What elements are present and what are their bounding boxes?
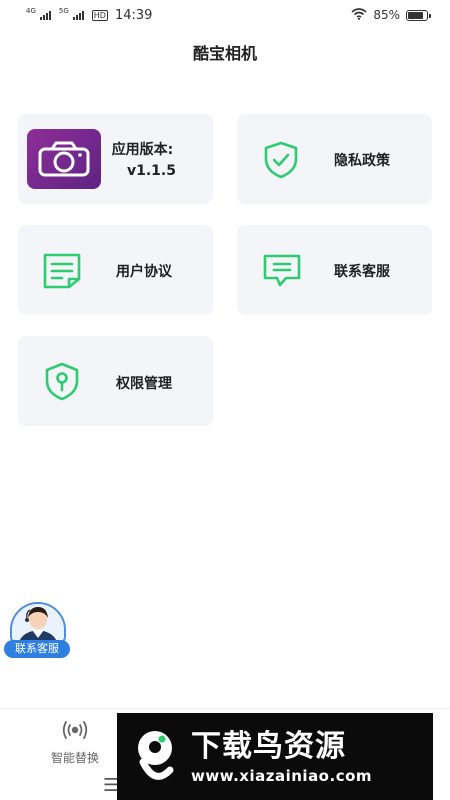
- watermark-title: 下载鸟资源: [191, 728, 346, 764]
- watermark-text: 下载鸟资源 www.xiazainiao.com: [191, 729, 372, 785]
- privacy-policy-label: 隐私政策: [334, 153, 390, 169]
- signal-icon: [39, 10, 51, 20]
- nav-tab-label: 智能替换: [50, 751, 99, 765]
- hd-badge: HD: [91, 9, 108, 21]
- permissions-label: 权限管理: [116, 376, 172, 392]
- page-title: 酷宝相机: [192, 44, 257, 63]
- permissions-card[interactable]: 权限管理: [18, 336, 213, 426]
- shield-lock-icon: [44, 362, 80, 402]
- clock: 14:39: [114, 7, 153, 23]
- user-agreement-card[interactable]: 用户协议: [18, 225, 213, 315]
- contact-support-card[interactable]: 联系客服: [237, 225, 432, 315]
- signal-icon-2: [72, 10, 84, 20]
- network-type-2: 5G: [58, 6, 69, 15]
- version-label: 应用版本:: [111, 142, 174, 158]
- status-right: 85%: [351, 7, 431, 23]
- nav-tab-smart-replace[interactable]: 智能替换: [30, 719, 120, 766]
- version-value: v1.1.5: [127, 163, 176, 179]
- status-bar: 4G 5G HD 14:39 85%: [0, 0, 450, 30]
- network-type-1: 4G: [26, 6, 36, 15]
- bird-logo-icon: [127, 724, 183, 790]
- support-float-label: 联系客服: [4, 640, 70, 658]
- privacy-policy-card[interactable]: 隐私政策: [237, 114, 432, 204]
- contact-support-label: 联系客服: [334, 264, 390, 280]
- battery-icon: [406, 9, 431, 21]
- watermark-banner: 下载鸟资源 www.xiazainiao.com: [117, 713, 433, 800]
- document-lines-icon: [42, 252, 82, 290]
- broadcast-icon: [62, 721, 88, 745]
- floating-support-button[interactable]: 联系客服: [4, 602, 70, 660]
- watermark-url: www.xiazainiao.com: [191, 766, 373, 785]
- version-text: 应用版本: v1.1.5: [109, 139, 176, 179]
- shield-check-icon: [263, 141, 299, 179]
- chat-bubble-icon: [262, 253, 302, 289]
- wifi-icon: [351, 7, 367, 23]
- camera-icon: [27, 129, 101, 189]
- status-left: 4G 5G HD 14:39: [26, 6, 153, 23]
- battery-percent: 85%: [373, 8, 400, 22]
- app-version-card[interactable]: 应用版本: v1.1.5: [18, 114, 213, 204]
- user-agreement-label: 用户协议: [116, 264, 172, 280]
